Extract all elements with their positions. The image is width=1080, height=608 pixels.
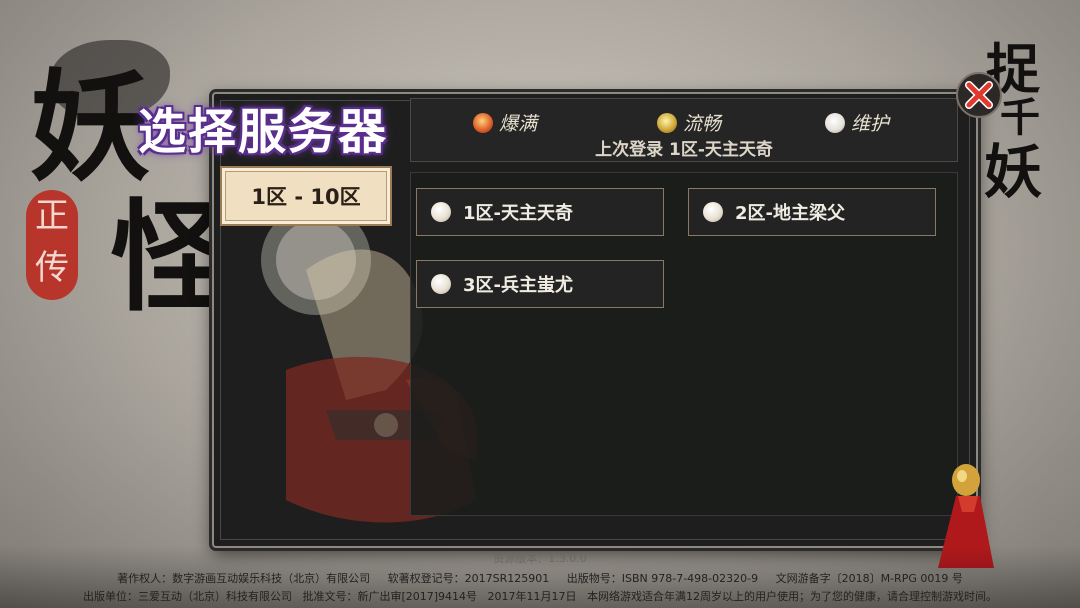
radio-icon [703, 202, 723, 222]
resource-version: 资源版本：1.3.0.0 [493, 552, 587, 565]
server-option-3[interactable]: 3区-兵主蚩尤 [416, 260, 664, 308]
legal-footer: 资源版本：1.3.0.0 著作权人：数字游画互动娱乐科技（北京）有限公司 软著权… [0, 546, 1080, 608]
flame-icon [473, 112, 493, 133]
logo-seal: 正 传 [26, 190, 78, 300]
legend-maintenance-label: 维护 [851, 113, 890, 135]
server-name: 3区-兵主蚩尤 [463, 275, 573, 296]
seal-glyph-1: 正 [35, 196, 69, 236]
server-option-1[interactable]: 1区-天主天奇 [416, 188, 664, 236]
legend-smooth-label: 流畅 [683, 113, 722, 135]
close-icon [965, 81, 993, 109]
footer-line-2: 出版单位：三爱互动（北京）科技有限公司 批准文号：新广出审[2017]9414号… [82, 590, 998, 603]
page-title: 选择服务器 [137, 104, 388, 160]
legend-full: 爆满 [473, 109, 537, 136]
last-login-text: 上次登录 1区-天主天奇 [595, 140, 773, 160]
legend-full-label: 爆满 [499, 113, 538, 135]
legend-smooth: 流畅 [657, 109, 721, 136]
server-name: 1区-天主天奇 [463, 203, 573, 224]
server-option-2[interactable]: 2区-地主梁父 [688, 188, 936, 236]
status-legend: 爆满 流畅 维护 上次登录 1区-天主天奇 [410, 98, 958, 162]
logo-right-glyph-3: 妖 [984, 138, 1043, 206]
server-name: 2区-地主梁父 [735, 203, 845, 224]
footer-line-1: 著作权人：数字游画互动娱乐科技（北京）有限公司 软著权登记号：2017SR125… [117, 572, 963, 585]
seal-glyph-2: 传 [35, 248, 69, 288]
title-banner: 选择服务器 [132, 86, 394, 168]
tab-zone-1-10[interactable]: 1区 - 10区 [220, 166, 392, 226]
circle-icon [825, 112, 845, 133]
swirl-icon [657, 112, 677, 133]
radio-icon [431, 274, 451, 294]
legend-maintenance: 维护 [825, 109, 889, 136]
radio-icon [431, 202, 451, 222]
close-button[interactable] [956, 72, 1002, 118]
